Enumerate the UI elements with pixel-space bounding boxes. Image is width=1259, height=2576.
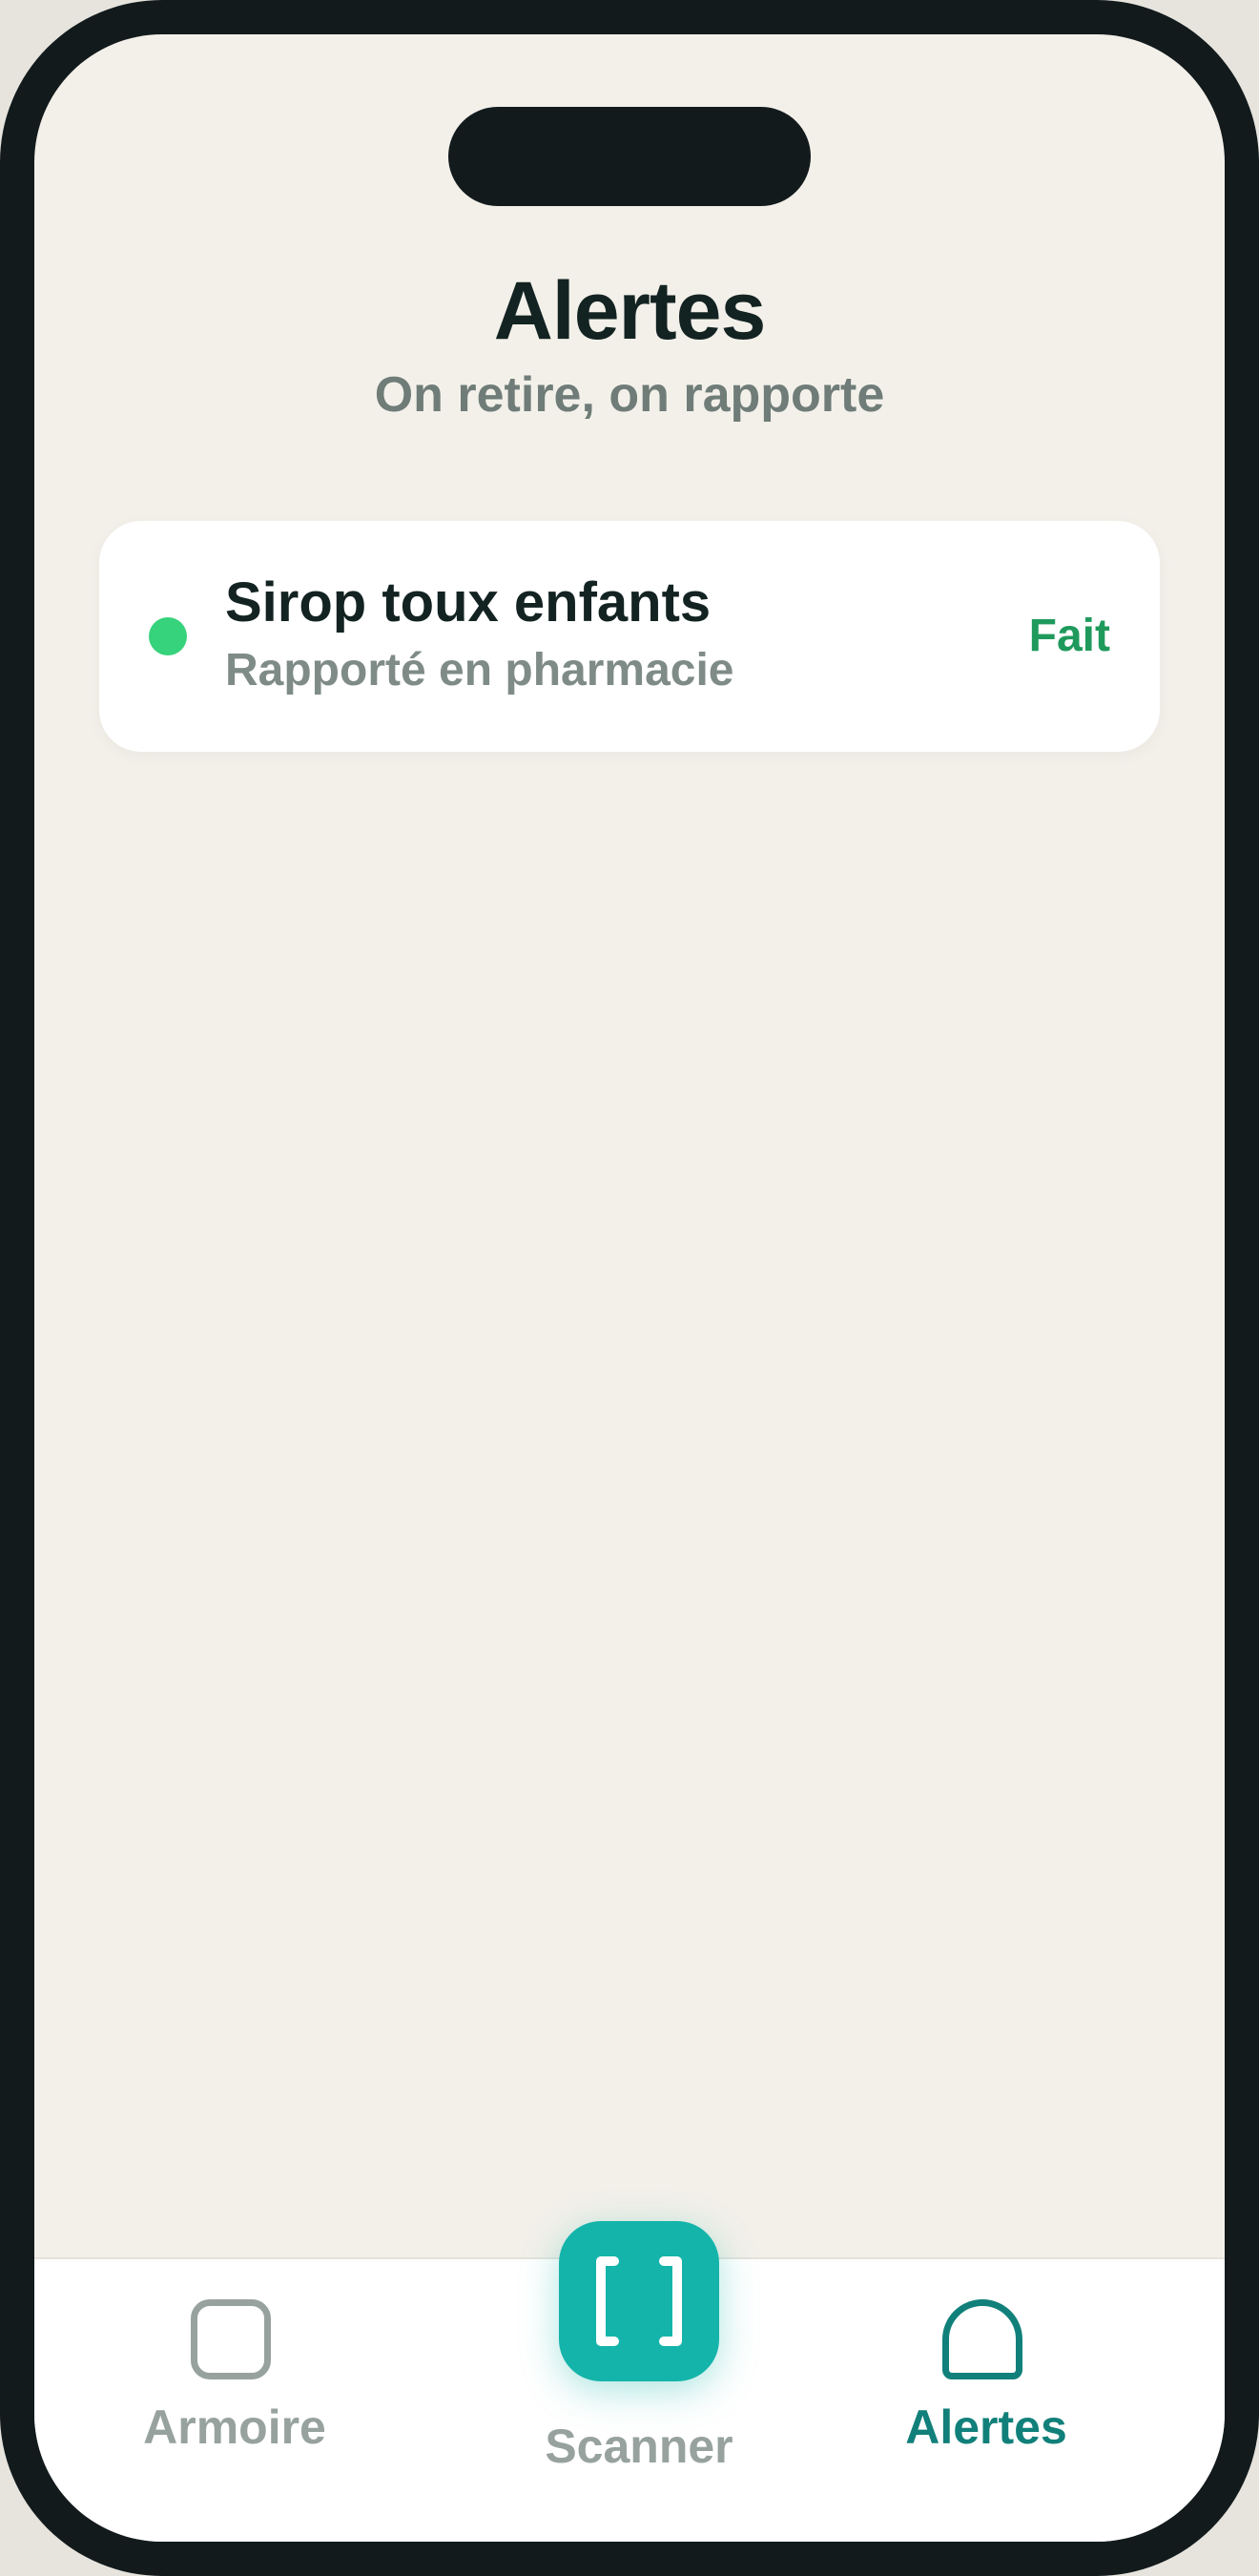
scan-frame-icon: [596, 2256, 682, 2346]
tab-scanner[interactable]: Scanner: [511, 2221, 740, 2507]
tab-armoire[interactable]: Armoire: [92, 2259, 378, 2542]
phone-frame: Alertes On retire, on rapporte Sirop tou…: [0, 0, 1259, 2576]
alert-name: Sirop toux enfants: [225, 571, 712, 634]
tab-label-alertes: Alertes: [905, 2400, 1067, 2454]
status-dot-icon: [149, 617, 187, 655]
tab-label-armoire: Armoire: [143, 2400, 326, 2454]
dynamic-island: [448, 107, 811, 206]
cabinet-icon: [191, 2299, 271, 2379]
page-header: Alertes On retire, on rapporte: [34, 263, 1225, 424]
tab-alertes[interactable]: Alertes: [843, 2259, 1129, 2542]
page-title: Alertes: [493, 265, 767, 357]
app-screen: Alertes On retire, on rapporte Sirop tou…: [34, 34, 1225, 2542]
alert-status: Fait: [1028, 611, 1110, 661]
bell-icon: [942, 2299, 1022, 2379]
page-subtitle: On retire, on rapporte: [374, 367, 885, 423]
scan-button[interactable]: [559, 2221, 719, 2381]
tab-label-scanner: Scanner: [545, 2420, 733, 2473]
alert-detail: Rapporté en pharmacie: [225, 645, 734, 696]
alert-card[interactable]: Sirop toux enfants Rapporté en pharmacie…: [99, 521, 1160, 752]
